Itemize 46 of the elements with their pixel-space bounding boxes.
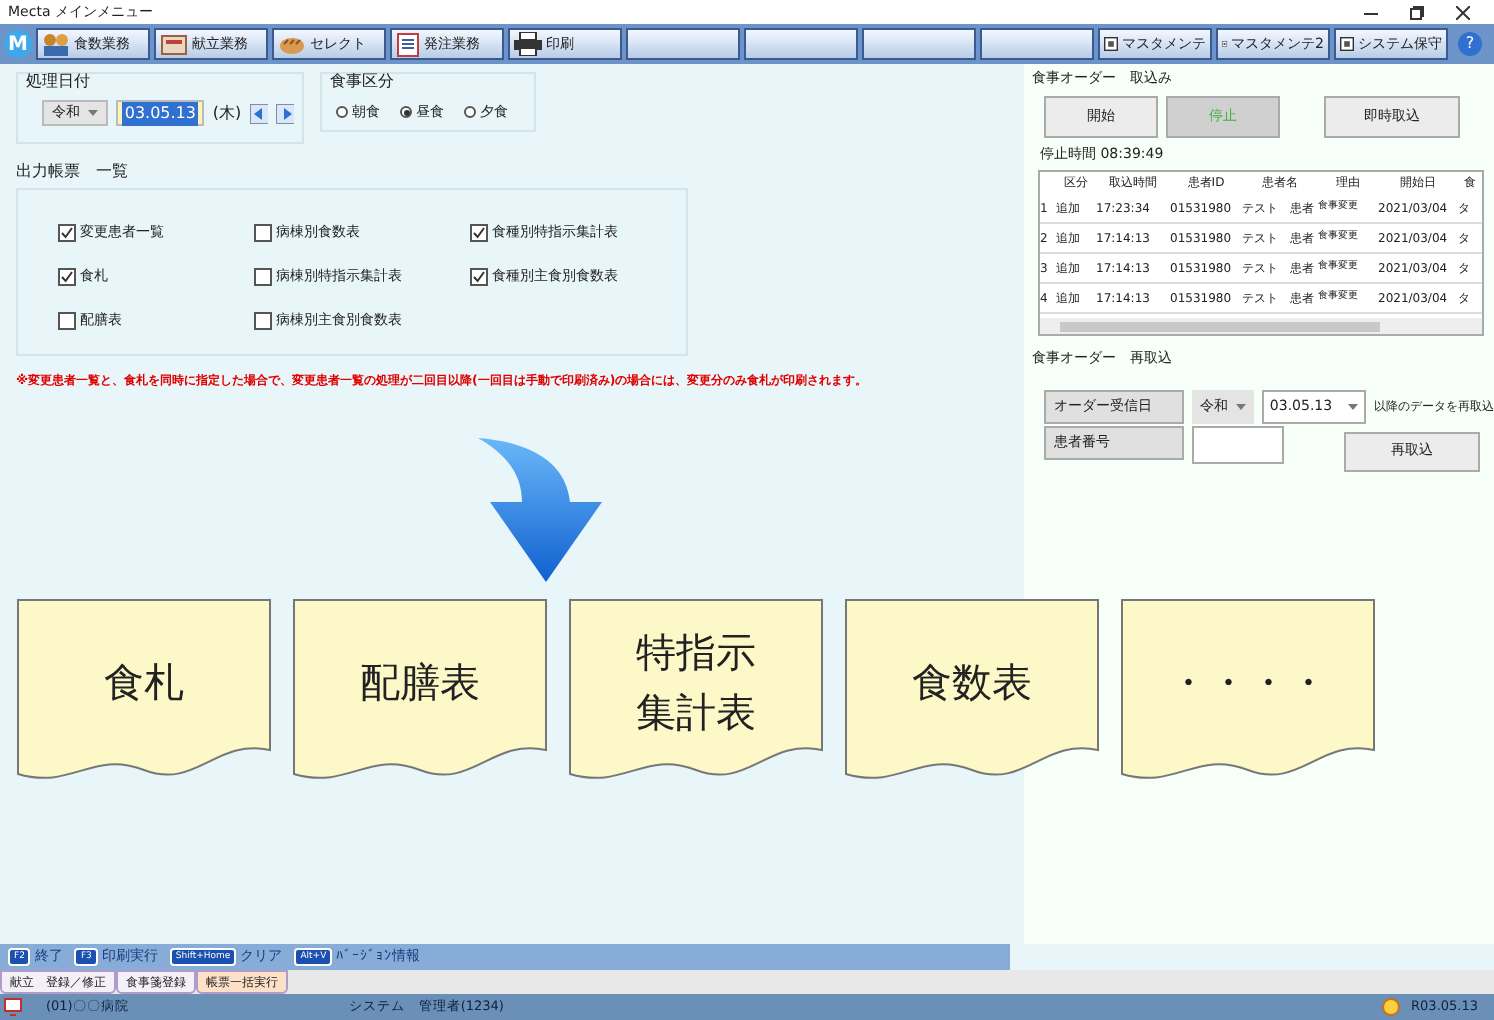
square-icon [1104,34,1118,54]
right-arrow-icon[interactable] [275,103,294,123]
box-icon [160,32,188,56]
document-label: 食数表 [912,656,1032,711]
checkbox[interactable] [254,311,272,329]
radio-button[interactable] [336,106,348,119]
weekday: (木) [212,101,242,125]
chevron-down-icon [1236,403,1246,409]
horizontal-scrollbar[interactable] [1040,318,1482,334]
chevron-down-icon [88,110,98,116]
document-label: 特指示 [636,626,756,681]
left-arrow-icon[interactable] [249,103,268,123]
group-title: 処理日付 [26,70,92,94]
radio-button[interactable] [464,106,476,119]
restore-icon[interactable] [1410,5,1424,19]
toolbar-button[interactable] [626,28,740,60]
help-icon[interactable]: ? [1458,32,1482,56]
checkbox[interactable] [58,311,76,329]
close-icon[interactable] [1456,5,1470,19]
document-label: 食札 [104,656,184,711]
group-title: 食事区分 [330,70,396,94]
patient-number-field[interactable] [1192,425,1284,463]
radio-button[interactable] [400,106,412,119]
toolbar-button[interactable] [862,28,976,60]
toolbar-button[interactable] [980,28,1094,60]
bread-icon [278,32,306,56]
checkbox[interactable] [58,223,76,241]
document-label: ・・・・ [1168,656,1328,711]
document-icon [396,31,420,57]
group-title: 出力帳票 一覧 [16,160,130,184]
date-field[interactable]: 03.05.13 [116,100,205,126]
square-icon [1340,34,1354,54]
checkbox[interactable] [58,267,76,285]
date-value: 03.05.13 [122,101,198,125]
monitor-icon [4,998,22,1016]
sun-icon [1381,998,1400,1016]
checkbox[interactable] [254,223,272,241]
printer-icon [514,32,542,56]
people-icon [42,32,70,56]
checkbox[interactable] [470,267,488,285]
checkbox[interactable] [254,267,272,285]
checkbox[interactable] [470,223,488,241]
document-label: 集計表 [636,686,756,741]
toolbar-button[interactable] [744,28,858,60]
chevron-down-icon [1348,403,1359,409]
document-label: 配膳表 [360,656,480,711]
